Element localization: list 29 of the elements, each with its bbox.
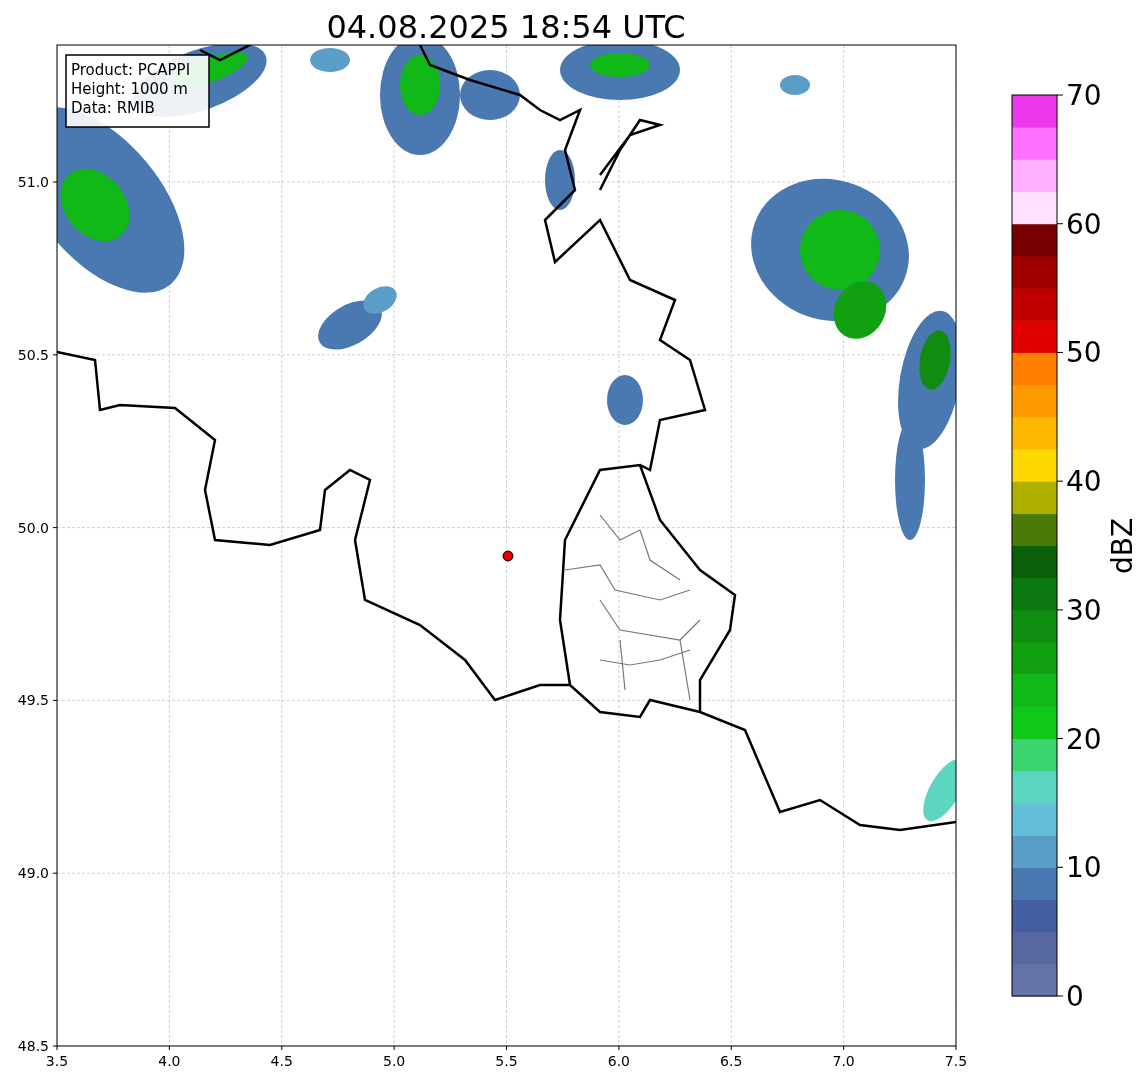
x-tick-label: 7.5: [944, 1053, 968, 1069]
chart-title: 04.08.2025 18:54 UTC: [326, 8, 686, 46]
colorbar-tick-label: 70: [1066, 79, 1102, 112]
colorbar-tick-label: 20: [1066, 722, 1102, 756]
x-tick-label: 7.0: [832, 1053, 855, 1069]
x-tick-label: 5.5: [495, 1053, 518, 1069]
info-text: Height: 1000 m: [71, 80, 188, 98]
x-tick-label: 5.0: [383, 1053, 406, 1069]
x-tick-label: 6.5: [720, 1053, 743, 1069]
colorbar-tick-label: 10: [1066, 851, 1102, 885]
info-text: Product: PCAPPI: [71, 61, 191, 79]
y-tick-label: 51.0: [17, 174, 49, 190]
colorbar-tick-label: 40: [1066, 465, 1102, 499]
y-tick-label: 50.5: [17, 346, 49, 363]
x-tick-label: 6.0: [607, 1053, 630, 1069]
colorbar-tick-label: 50: [1066, 336, 1102, 370]
colorbar-tick-label: 0: [1066, 980, 1084, 1013]
y-tick-label: 49.5: [17, 692, 49, 709]
x-tick-label: 4.0: [158, 1053, 181, 1069]
x-tick-label: 4.5: [270, 1053, 293, 1069]
y-tick-label: 49.0: [17, 865, 49, 882]
colorbar-tick-label: 30: [1066, 593, 1102, 627]
colorbar-label: dBZ: [1106, 517, 1139, 575]
y-tick-label: 50.0: [17, 519, 49, 536]
info-text: Data: RMIB: [71, 99, 155, 117]
colorbar-tick-label: 60: [1066, 207, 1102, 241]
x-tick-label: 3.5: [45, 1053, 69, 1069]
y-tick-label: 48.5: [17, 1038, 49, 1054]
radar-site-marker: [502, 550, 514, 562]
